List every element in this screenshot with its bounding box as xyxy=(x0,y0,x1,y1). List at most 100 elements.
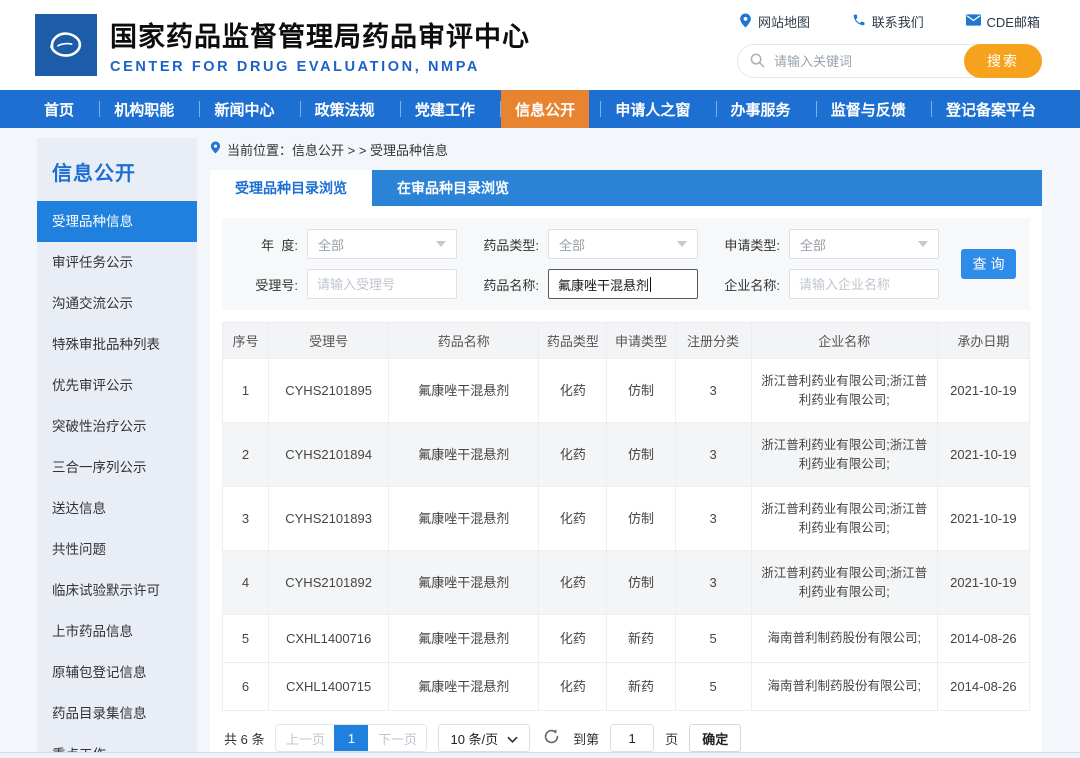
cell-company: 浙江普利药业有限公司;浙江普利药业有限公司; xyxy=(750,422,938,487)
table-row: 2 CYHS2101894 氟康唑干混悬剂 化药 仿制 3 浙江普利药业有限公司… xyxy=(221,422,1031,487)
site-title: 国家药品监督管理局药品审评中心 xyxy=(110,22,530,52)
sidebar-item-excipients-registration[interactable]: 原辅包登记信息 xyxy=(37,652,197,693)
sitemap-label: 网站地图 xyxy=(758,15,811,30)
contact-link[interactable]: 联系我们 xyxy=(852,12,924,31)
cell-seq: 6 xyxy=(221,662,270,711)
page-number-1[interactable]: 1 xyxy=(334,725,369,751)
apply-type-select[interactable]: 全部 xyxy=(789,229,939,259)
cell-seq: 4 xyxy=(221,550,270,615)
nav-item-home[interactable]: 首页 xyxy=(30,90,88,128)
company-input[interactable] xyxy=(789,269,939,299)
year-select[interactable]: 全部 xyxy=(307,229,457,259)
breadcrumb-pin-icon xyxy=(210,141,221,157)
mail-label: CDE邮箱 xyxy=(986,15,1040,30)
tab-accepted-catalog[interactable]: 受理品种目录浏览 xyxy=(210,170,372,206)
sidebar-item-priority-review[interactable]: 优先审评公示 xyxy=(37,365,197,406)
breadcrumb: 当前位置：信息公开 > > 受理品种信息 xyxy=(210,140,1042,158)
nav-item-registration-platform[interactable]: 登记备案平台 xyxy=(930,90,1050,128)
results-table: 序号 受理号 药品名称 药品类型 申请类型 注册分类 企业名称 承办日期 1 C… xyxy=(221,322,1031,711)
main-nav: 首页 机构职能 新闻中心 政策法规 党建工作 信息公开 申请人之窗 办事服务 监… xyxy=(0,90,1080,128)
cell-drug-type: 化药 xyxy=(538,486,608,551)
phone-icon xyxy=(852,13,866,30)
table-row: 3 CYHS2101893 氟康唑干混悬剂 化药 仿制 3 浙江普利药业有限公司… xyxy=(221,486,1031,551)
mail-link[interactable]: CDE邮箱 xyxy=(965,12,1040,31)
nav-item-news[interactable]: 新闻中心 xyxy=(199,90,288,128)
sidebar-item-marketed-drugs[interactable]: 上市药品信息 xyxy=(37,611,197,652)
col-apply-type: 申请类型 xyxy=(606,322,676,359)
page-size-select[interactable]: 10 条/页 xyxy=(438,724,531,752)
nav-item-policy[interactable]: 政策法规 xyxy=(299,90,389,128)
col-date: 承办日期 xyxy=(936,322,1031,359)
cell-date: 2021-10-19 xyxy=(936,486,1031,551)
accept-no-label: 受理号: xyxy=(255,277,298,293)
nav-item-functions[interactable]: 机构职能 xyxy=(99,90,188,128)
nav-item-services[interactable]: 办事服务 xyxy=(715,90,805,128)
nav-item-info-disclosure[interactable]: 信息公开 xyxy=(500,90,590,128)
sidebar-item-review-tasks[interactable]: 审评任务公示 xyxy=(37,242,197,283)
sidebar-item-communication[interactable]: 沟通交流公示 xyxy=(37,283,197,324)
field-accept-no: 受理号: xyxy=(236,269,457,299)
search-button[interactable]: 搜索 xyxy=(964,44,1042,78)
pager-group: 上一页 1 下一页 xyxy=(275,724,428,752)
company-label: 企业名称: xyxy=(724,277,780,293)
cell-company: 浙江普利药业有限公司;浙江普利药业有限公司; xyxy=(750,550,938,615)
next-page-button[interactable]: 下一页 xyxy=(368,725,427,751)
field-company: 企业名称: xyxy=(718,269,939,299)
page-size-value: 10 条/页 xyxy=(450,731,499,747)
cell-drug-type: 化药 xyxy=(538,662,608,711)
drug-type-label: 药品类型: xyxy=(483,237,539,253)
accept-no-input[interactable] xyxy=(307,269,457,299)
nav-item-applicant[interactable]: 申请人之窗 xyxy=(600,90,704,128)
filter-box: 年 度: 全部 药品类型: 全部 申请类型: 全部 受理号: 请输入受理号 药品… xyxy=(222,218,1030,310)
drug-name-label: 药品名称: xyxy=(483,277,539,293)
cell-apply-type: 仿制 xyxy=(606,422,676,487)
cell-seq: 1 xyxy=(221,358,270,423)
location-pin-icon xyxy=(739,13,752,31)
breadcrumb-text: 当前位置：信息公开 > > 受理品种信息 xyxy=(227,142,449,158)
sitemap-link[interactable]: 网站地图 xyxy=(739,12,810,31)
query-button[interactable]: 查询 xyxy=(961,249,1016,279)
header-right: 网站地图 联系我们 CDE邮箱 请输入关键词 搜索 xyxy=(737,12,1042,78)
sidebar-item-clinical-trial-license[interactable]: 临床试验默示许可 xyxy=(37,570,197,611)
table-row: 5 CXHL1400716 氟康唑干混悬剂 化药 新药 5 海南普利制药股份有限… xyxy=(221,614,1031,663)
site-subtitle: CENTER FOR DRUG EVALUATION, NMPA xyxy=(110,59,480,75)
table-row: 1 CYHS2101895 氟康唑干混悬剂 化药 仿制 3 浙江普利药业有限公司… xyxy=(221,358,1031,423)
sidebar-item-accepted-varieties[interactable]: 受理品种信息 xyxy=(37,201,197,242)
refresh-icon xyxy=(543,728,560,748)
nav-item-supervision[interactable]: 监督与反馈 xyxy=(815,90,920,128)
jump-page-input[interactable] xyxy=(610,724,655,752)
table-row: 6 CXHL1400715 氟康唑干混悬剂 化药 新药 5 海南普利制药股份有限… xyxy=(221,662,1031,711)
cell-reg-class: 3 xyxy=(674,422,752,487)
cell-accept-no: CYHS2101894 xyxy=(268,422,390,487)
sidebar-item-special-approval[interactable]: 特殊审批品种列表 xyxy=(37,324,197,365)
confirm-button[interactable]: 确定 xyxy=(689,724,742,752)
nav-item-party[interactable]: 党建工作 xyxy=(399,90,489,128)
sidebar-item-breakthrough-therapy[interactable]: 突破性治疗公示 xyxy=(37,406,197,447)
cell-company: 浙江普利药业有限公司;浙江普利药业有限公司; xyxy=(750,486,938,551)
tab-under-review-catalog[interactable]: 在审品种目录浏览 xyxy=(372,170,534,206)
cell-drug-name: 氟康唑干混悬剂 xyxy=(388,486,540,551)
sidebar-item-key-work[interactable]: 重点工作 xyxy=(37,734,197,752)
field-apply-type: 申请类型: 全部 xyxy=(718,229,939,259)
cell-drug-name: 氟康唑干混悬剂 xyxy=(388,358,540,423)
cell-date: 2021-10-19 xyxy=(936,550,1031,615)
cell-company: 浙江普利药业有限公司;浙江普利药业有限公司; xyxy=(750,358,938,423)
drug-name-input[interactable]: 氟康唑干混悬剂 xyxy=(548,269,698,299)
pagination-bar: 共 6 条 上一页 1 下一页 10 条/页 到第 1 页 确定 xyxy=(222,711,1030,752)
cell-date: 2021-10-19 xyxy=(936,422,1031,487)
sidebar-item-delivery-info[interactable]: 送达信息 xyxy=(37,488,197,529)
sidebar-item-three-in-one[interactable]: 三合一序列公示 xyxy=(37,447,197,488)
refresh-button[interactable] xyxy=(541,728,562,748)
cell-drug-name: 氟康唑干混悬剂 xyxy=(388,662,540,711)
drug-type-select[interactable]: 全部 xyxy=(548,229,698,259)
cell-apply-type: 仿制 xyxy=(606,358,676,423)
sidebar-item-drug-catalog[interactable]: 药品目录集信息 xyxy=(37,693,197,734)
text-cursor xyxy=(650,276,652,292)
contact-label: 联系我们 xyxy=(871,15,924,30)
cell-reg-class: 5 xyxy=(674,614,752,663)
prev-page-button[interactable]: 上一页 xyxy=(276,725,335,751)
col-company: 企业名称 xyxy=(750,322,938,359)
sidebar-item-common-issues[interactable]: 共性问题 xyxy=(37,529,197,570)
cell-apply-type: 仿制 xyxy=(606,550,676,615)
site-header: 国家药品监督管理局药品审评中心 CENTER FOR DRUG EVALUATI… xyxy=(0,0,1080,90)
